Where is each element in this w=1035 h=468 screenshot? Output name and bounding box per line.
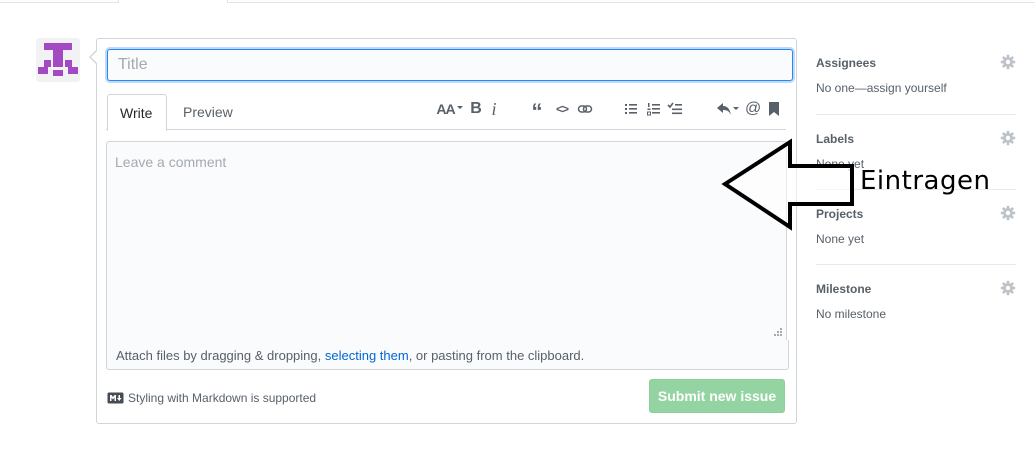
attach-text-before: Attach files by dragging & dropping, <box>116 348 325 363</box>
tab-write[interactable]: Write <box>107 94 167 131</box>
projects-value: None yet <box>816 232 865 246</box>
markdown-icon <box>107 392 124 404</box>
heading-label: AA <box>436 101 455 117</box>
form-caret-inner <box>91 51 97 63</box>
assignees-value[interactable]: No one—assign yourself <box>816 81 1016 95</box>
ordered-list-icon <box>647 103 660 116</box>
annotation-arrow-icon <box>721 138 854 231</box>
gear-icon[interactable] <box>1000 280 1016 296</box>
reference-button[interactable] <box>767 99 781 119</box>
sidebar-milestone: Milestone No milestone <box>816 280 1016 321</box>
attach-files-bar[interactable]: Attach files by dragging & dropping, sel… <box>106 340 789 370</box>
unordered-list-button[interactable] <box>622 99 640 119</box>
task-list-icon <box>667 102 682 115</box>
avatar[interactable] <box>36 38 80 82</box>
assignees-title[interactable]: Assignees <box>816 54 1016 72</box>
comment-textarea[interactable] <box>106 141 787 341</box>
bold-button[interactable]: B <box>468 99 484 119</box>
saved-reply-button[interactable] <box>715 99 741 119</box>
tabs-divider <box>106 129 786 130</box>
code-button[interactable]: <> <box>552 99 572 119</box>
issue-title-input[interactable] <box>107 49 793 81</box>
link-icon <box>577 105 593 113</box>
gear-icon[interactable] <box>1000 205 1016 221</box>
chevron-down-icon <box>456 106 463 109</box>
bookmark-icon <box>769 102 779 116</box>
attach-text-after: , or pasting from the clipboard. <box>408 348 585 363</box>
milestone-value: No milestone <box>816 307 887 321</box>
tab-preview[interactable]: Preview <box>171 94 245 129</box>
sidebar-divider <box>816 264 1016 265</box>
quote-button[interactable]: “ <box>528 99 546 124</box>
link-button[interactable] <box>576 99 594 119</box>
gear-icon[interactable] <box>1000 54 1016 70</box>
reply-icon <box>717 103 731 115</box>
task-list-button[interactable] <box>666 99 684 119</box>
mention-button[interactable]: @ <box>745 99 761 119</box>
milestone-title[interactable]: Milestone <box>816 280 1016 298</box>
resize-handle-icon[interactable] <box>774 328 783 337</box>
italic-button[interactable]: i <box>486 99 502 119</box>
annotation-label: Eintragen <box>860 166 991 196</box>
gear-icon[interactable] <box>1000 130 1016 146</box>
select-files-link[interactable]: selecting them <box>325 348 409 363</box>
sidebar-assignees: Assignees No one—assign yourself <box>816 54 1016 95</box>
header-tab-edge <box>118 0 228 3</box>
sidebar-divider <box>816 114 1016 115</box>
unordered-list-icon <box>625 104 637 114</box>
markdown-note[interactable]: Styling with Markdown is supported <box>107 390 316 406</box>
chevron-down-icon <box>733 107 739 110</box>
markdown-note-text: Styling with Markdown is supported <box>128 391 317 405</box>
submit-issue-button[interactable]: Submit new issue <box>649 379 785 413</box>
heading-button[interactable]: AA <box>435 99 465 119</box>
ordered-list-button[interactable] <box>645 99 663 119</box>
